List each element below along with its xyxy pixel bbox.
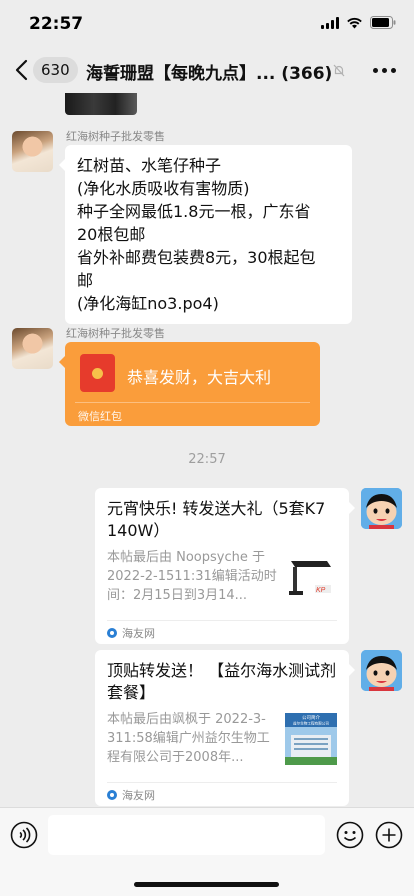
back-chevron-icon[interactable] (12, 58, 34, 82)
home-indicator (134, 882, 279, 887)
time-divider: 22:57 (188, 452, 226, 467)
company-building-thumbnail: 公司简介 益尔生物工程有限公司 (285, 713, 337, 765)
mute-bell-icon (333, 64, 345, 77)
divider (75, 402, 310, 403)
message-line: (净化海缸no3.po4) (77, 294, 219, 313)
link-body: 本帖最后由飒枫于 2022-3-311:58编辑广州益尔生物工程有限公司于200… (107, 710, 337, 774)
emoji-icon[interactable] (336, 821, 364, 849)
more-options-icon[interactable] (373, 68, 396, 73)
shared-link-card[interactable]: 顶贴转发送！ 【益尔海水测试剂套餐】 本帖最后由飒枫于 2022-3-311:5… (95, 650, 355, 806)
red-envelope-icon (80, 354, 115, 392)
link-description: 本帖最后由 Noopsyche 于 2022-2-1511:31编辑活动时间：2… (107, 550, 277, 603)
wifi-icon (346, 17, 363, 29)
chat-message-list[interactable]: 红海树种子批发零售 红树苗、水笔仔种子 (净化水质吸收有害物质) 种子全网最低1… (0, 93, 414, 807)
svg-text:KP: KP (316, 587, 326, 594)
chat-header: 630 海誓珊盟【每晚九点】... (366) (0, 48, 414, 93)
thumbnail-caption-line1: 公司简介 (302, 714, 320, 721)
sender-name: 红海树种子批发零售 (66, 130, 165, 143)
battery-icon (370, 16, 396, 29)
sender-avatar[interactable] (12, 328, 53, 369)
status-icons (321, 16, 396, 29)
sender-name: 红海树种子批发零售 (66, 327, 165, 340)
unread-count-badge[interactable]: 630 (33, 57, 78, 83)
my-avatar[interactable] (361, 488, 402, 529)
status-bar: 22:57 (0, 0, 414, 48)
my-avatar[interactable] (361, 650, 402, 691)
thumbnail-caption-line2: 益尔生物工程有限公司 (293, 721, 329, 726)
link-source: 海友网 (107, 782, 337, 806)
site-logo-icon (107, 627, 117, 638)
member-count: (366) (281, 64, 333, 84)
site-logo-icon (107, 789, 117, 800)
message-line: 邮 (77, 271, 94, 290)
red-packet-message[interactable]: 恭喜发财，大吉大利 微信红包 (65, 342, 320, 426)
chat-title[interactable]: 海誓珊盟【每晚九点】... (366) (86, 59, 334, 84)
previous-image-message[interactable] (65, 93, 137, 115)
cartoon-avatar-icon (361, 650, 402, 691)
text-message-bubble[interactable]: 红树苗、水笔仔种子 (净化水质吸收有害物质) 种子全网最低1.8元一根，广东省 … (59, 145, 352, 324)
link-description: 本帖最后由飒枫于 2022-3-311:58编辑广州益尔生物工程有限公司于200… (107, 712, 270, 765)
link-title: 顶贴转发送！ 【益尔海水测试剂套餐】 (107, 661, 337, 702)
source-name: 海友网 (122, 788, 155, 802)
message-input[interactable] (48, 815, 325, 855)
link-source: 海友网 (107, 620, 337, 644)
status-time: 22:57 (29, 14, 84, 34)
message-line: 20根包邮 (77, 225, 146, 244)
source-name: 海友网 (122, 626, 155, 640)
group-name: 海誓珊盟【每晚九点】... (86, 64, 276, 84)
link-title: 元宵快乐! 转发送大礼（5套K7 140W） (107, 499, 326, 540)
message-line: 省外补邮费包装费8元，30根起包 (77, 248, 316, 267)
aquarium-lamp-thumbnail: KP (285, 551, 337, 603)
message-line: 种子全网最低1.8元一根，广东省 (77, 202, 311, 221)
message-line: 红树苗、水笔仔种子 (77, 156, 222, 175)
red-packet-greeting: 恭喜发财，大吉大利 (127, 368, 272, 387)
red-packet-label: 微信红包 (78, 410, 122, 423)
shared-link-card[interactable]: 元宵快乐! 转发送大礼（5套K7 140W） 本帖最后由 Noopsyche 于… (95, 488, 355, 644)
cartoon-avatar-icon (361, 488, 402, 529)
link-body: 本帖最后由 Noopsyche 于 2022-2-1511:31编辑活动时间：2… (107, 548, 337, 612)
cellular-signal-icon (321, 16, 339, 29)
voice-input-icon[interactable] (10, 821, 38, 849)
sender-avatar[interactable] (12, 131, 53, 172)
plus-icon[interactable] (375, 821, 403, 849)
message-line: (净化水质吸收有害物质) (77, 179, 250, 198)
